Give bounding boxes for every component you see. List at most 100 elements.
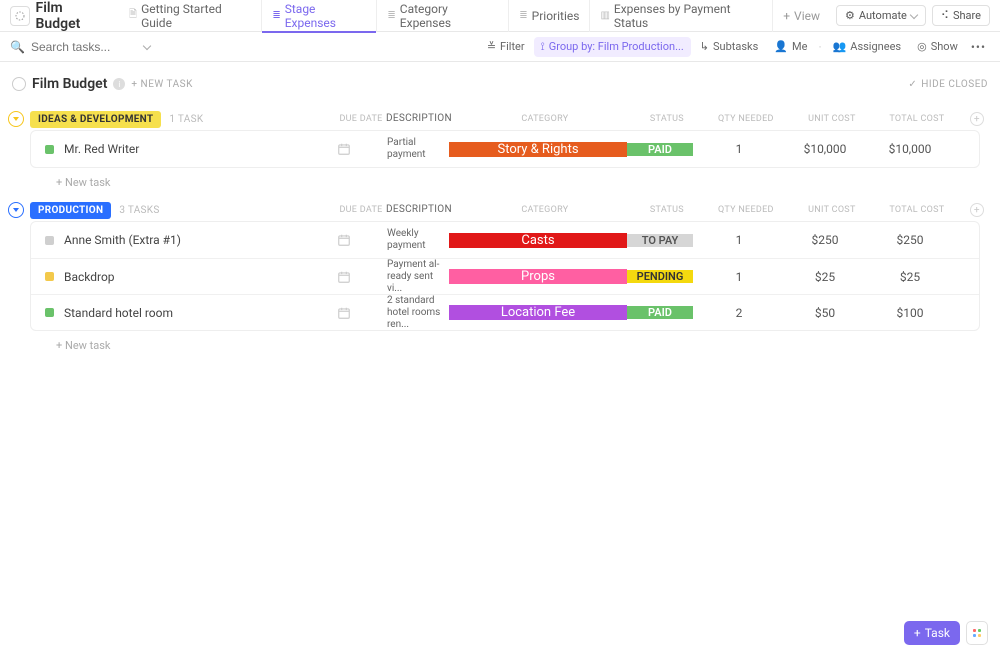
col-due-date[interactable]: DUE DATE [336,205,386,215]
task-row[interactable]: Mr. Red Writer Partial payment Story & R… [31,131,979,167]
tab-getting-started-guide[interactable]: 🗎Getting Started Guide [119,0,261,32]
col-category[interactable]: CATEGORY [456,205,634,215]
group-label[interactable]: PRODUCTION [30,202,111,219]
tab-stage-expenses[interactable]: ≣ Stage Expenses [261,0,376,32]
me-button[interactable]: 👤Me [767,37,814,56]
group-collapse-toggle[interactable] [8,111,24,127]
qty-cell[interactable]: 1 [693,142,785,156]
hide-closed-button[interactable]: ✓ HIDE CLOSED [908,79,988,90]
more-menu-button[interactable]: ••• [967,40,990,54]
task-name[interactable]: Standard hotel room [64,306,173,320]
add-task-button[interactable]: + New task [30,331,980,352]
tab-label: Getting Started Guide [141,2,251,30]
total-cost-cell[interactable]: $25 [865,270,955,284]
description-cell[interactable]: Weekly payment [387,228,449,252]
add-view-button[interactable]: + View [772,0,830,32]
col-qty[interactable]: QTY NEEDED [700,114,792,124]
total-cost-cell[interactable]: $100 [865,306,955,320]
tab-expenses-by-payment-status[interactable]: ▥Expenses by Payment Status [589,0,772,32]
col-category[interactable]: CATEGORY [456,114,634,124]
status-cell[interactable]: PENDING [627,270,693,283]
board-icon: ▥ [600,10,609,21]
col-description[interactable]: DESCRIPTION [386,113,456,125]
due-date-cell[interactable] [337,270,387,284]
qty-cell[interactable]: 2 [693,306,785,320]
task-count: 3 TASKS [119,205,159,216]
qty-cell[interactable]: 1 [693,233,785,247]
list-icon: ≣ [387,10,395,21]
col-total-cost[interactable]: TOTAL COST [872,114,962,124]
filter-button[interactable]: ≚Filter [480,37,532,56]
category-cell[interactable]: Props [449,269,627,284]
description-cell[interactable]: Payment al­ready sent vi... [387,259,449,295]
task-row[interactable]: Backdrop Payment al­ready sent vi... Pro… [31,258,979,294]
status-square-icon[interactable] [45,308,54,317]
description-cell[interactable]: Partial payment [387,137,449,161]
task-name[interactable]: Backdrop [64,270,115,284]
status-cell[interactable]: PAID [627,306,693,319]
share-icon: ⠪ [941,9,949,22]
add-column-button[interactable]: + [970,112,984,126]
col-description[interactable]: DESCRIPTION [386,204,456,216]
total-cost-cell[interactable]: $10,000 [865,142,955,156]
search-input[interactable] [31,40,131,54]
search-container: 🔍 [10,40,150,54]
task-count: 1 TASK [169,114,203,125]
unit-cost-cell[interactable]: $10,000 [785,142,865,156]
status-cell[interactable]: TO PAY [627,234,693,247]
plus-icon: + [914,626,921,640]
task-row[interactable]: Standard hotel room 2 standard ho­tel ro… [31,294,979,330]
due-date-cell[interactable] [337,142,387,156]
assignees-button[interactable]: 👥Assignees [826,37,909,56]
group-collapse-toggle[interactable] [8,202,24,218]
col-status[interactable]: STATUS [634,114,700,124]
qty-cell[interactable]: 1 [693,270,785,284]
status-square-icon[interactable] [45,236,54,245]
col-due-date[interactable]: DUE DATE [336,114,386,124]
unit-cost-cell[interactable]: $250 [785,233,865,247]
show-button[interactable]: ◎Show [910,37,965,56]
unit-cost-cell[interactable]: $25 [785,270,865,284]
new-task-float-button[interactable]: + Task [904,621,960,645]
task-name[interactable]: Mr. Red Writer [64,142,139,156]
col-total-cost[interactable]: TOTAL COST [872,205,962,215]
col-unit-cost[interactable]: UNIT COST [792,114,872,124]
search-dropdown-icon[interactable] [143,41,151,49]
category-cell[interactable]: Story & Rights [449,142,627,157]
search-icon: 🔍 [10,40,25,54]
tab-label: Stage Expenses [285,2,367,30]
quick-menu-button[interactable] [966,621,988,645]
tab-category-expenses[interactable]: ≣Category Expenses [376,0,508,32]
info-icon[interactable]: i [113,78,125,90]
app-icon [10,6,30,26]
description-cell[interactable]: 2 standard ho­tel rooms ren... [387,295,449,331]
status-square-icon[interactable] [45,272,54,281]
due-date-cell[interactable] [337,233,387,247]
status-square-icon[interactable] [45,145,54,154]
share-button[interactable]: ⠪ Share [932,5,990,26]
group-by-button[interactable]: ⟟Group by: Film Production... [534,37,691,57]
total-cost-cell[interactable]: $250 [865,233,955,247]
new-task-top-button[interactable]: + NEW TASK [131,79,192,90]
col-qty[interactable]: QTY NEEDED [700,205,792,215]
add-column-button[interactable]: + [970,203,984,217]
col-unit-cost[interactable]: UNIT COST [792,205,872,215]
automate-button[interactable]: ⚙ Automate [836,5,926,26]
col-status[interactable]: STATUS [634,205,700,215]
due-date-cell[interactable] [337,306,387,320]
tab-priorities[interactable]: ≣Priorities [508,0,589,32]
people-icon: 👥 [833,40,847,53]
subtasks-button[interactable]: ↳Subtasks [693,37,766,56]
unit-cost-cell[interactable]: $50 [785,306,865,320]
person-icon: 👤 [774,40,788,53]
add-task-button[interactable]: + New task [30,168,980,189]
task-row[interactable]: Anne Smith (Extra #1) Weekly payment Cas… [31,222,979,258]
category-cell[interactable]: Casts [449,233,627,248]
tab-label: Priorities [532,9,580,23]
status-circle-icon[interactable] [12,77,26,91]
status-cell[interactable]: PAID [627,143,693,156]
list-icon: ≣ [272,10,280,21]
category-cell[interactable]: Location Fee [449,305,627,320]
task-name[interactable]: Anne Smith (Extra #1) [64,233,181,247]
group-label[interactable]: IDEAS & DEVELOPMENT [30,111,161,128]
